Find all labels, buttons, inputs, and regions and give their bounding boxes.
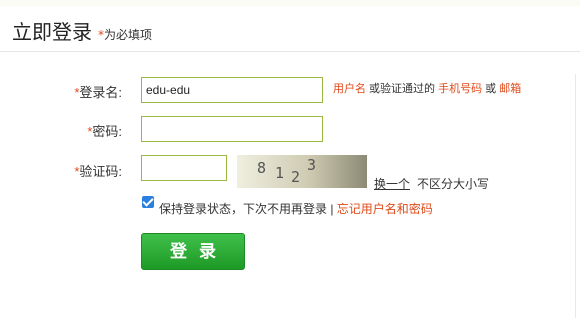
login-button[interactable]: 登录 xyxy=(141,233,245,270)
case-insensitive-note: 不区分大小写 xyxy=(417,177,490,191)
page-title: 立即登录 *为必填项 xyxy=(12,18,152,49)
captcha-digit: 8 xyxy=(257,159,267,177)
captcha-digit: 1 xyxy=(275,164,285,182)
captcha-digit: 2 xyxy=(291,168,301,186)
password-input[interactable] xyxy=(141,116,323,142)
username-hint: 用户名 或验证通过的 手机号码 或 邮箱 xyxy=(333,80,521,96)
refresh-captcha-link[interactable]: 换一个 xyxy=(374,175,410,192)
captcha-input[interactable] xyxy=(141,155,227,181)
top-strip xyxy=(0,0,580,6)
username-label: *登录名: xyxy=(12,82,122,101)
right-border xyxy=(575,74,576,318)
captcha-image[interactable]: 8 1 2 3 xyxy=(237,155,367,188)
hint-phone: 手机号码 xyxy=(438,83,483,95)
password-label: *密码: xyxy=(12,121,122,140)
required-note: 为必填项 xyxy=(104,28,153,42)
username-label-text: 登录名: xyxy=(79,85,122,100)
forgot-credentials-link[interactable]: 忘记用户名和密码 xyxy=(337,202,433,216)
hint-or-verified: 或验证通过的 xyxy=(366,83,439,95)
remember-checkbox[interactable] xyxy=(142,196,154,208)
remember-row: 保持登录状态，下次不用再登录 | 忘记用户名和密码 xyxy=(159,200,433,217)
hint-username: 用户名 xyxy=(333,83,366,95)
captcha-digit: 3 xyxy=(307,156,317,174)
title-divider xyxy=(0,51,580,52)
username-input[interactable] xyxy=(141,77,323,103)
hint-email: 邮箱 xyxy=(499,83,522,95)
hint-or: 或 xyxy=(482,83,500,95)
password-label-text: 密码: xyxy=(92,124,122,139)
captcha-label-text: 验证码: xyxy=(79,164,122,179)
remember-text: 保持登录状态，下次不用再登录 | xyxy=(159,202,334,216)
page-title-text: 立即登录 xyxy=(12,20,92,44)
captcha-label: *验证码: xyxy=(12,161,122,180)
